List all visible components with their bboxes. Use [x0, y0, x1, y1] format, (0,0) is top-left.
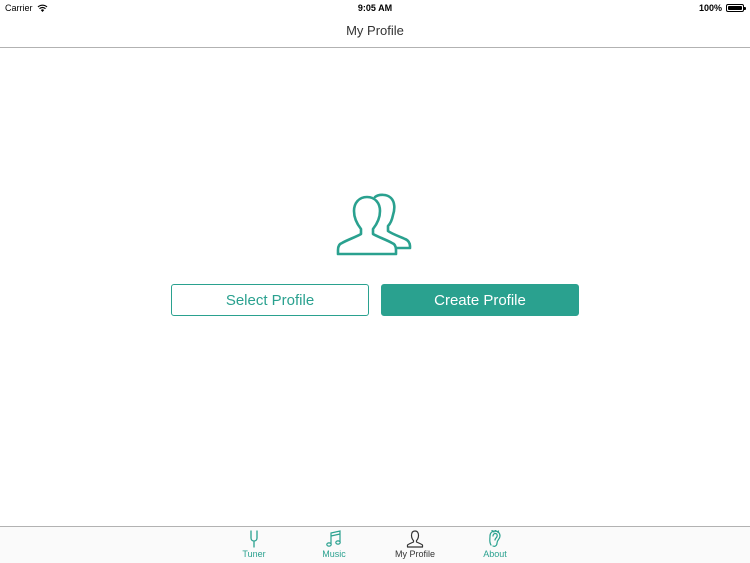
screen: Carrier 9:05 AM 100% My Profile Select P… — [0, 0, 750, 563]
tab-music[interactable]: Music — [304, 530, 364, 559]
tab-about[interactable]: About — [465, 530, 525, 559]
create-profile-label: Create Profile — [434, 291, 526, 309]
person-icon — [406, 530, 424, 548]
tab-label-music: Music — [322, 549, 346, 559]
tab-bar: Tuner Music My Profile About — [0, 526, 750, 563]
select-profile-label: Select Profile — [225, 291, 315, 309]
status-right: 100% — [698, 3, 746, 13]
main-content: Select Profile Create Profile — [0, 48, 750, 526]
select-profile-button[interactable]: Select Profile — [171, 284, 369, 316]
status-bar: Carrier 9:05 AM 100% — [0, 0, 750, 16]
tuning-fork-icon — [250, 530, 258, 548]
status-time: 9:05 AM — [357, 3, 393, 13]
page-title: My Profile — [346, 23, 404, 38]
tab-tuner[interactable]: Tuner — [224, 530, 284, 559]
navigation-bar: My Profile — [0, 16, 750, 48]
battery-icon — [726, 4, 746, 12]
tab-my-profile[interactable]: My Profile — [385, 530, 445, 559]
ear-icon — [489, 530, 501, 547]
music-note-icon — [326, 530, 341, 547]
create-profile-button[interactable]: Create Profile — [381, 284, 579, 316]
tab-label-about: About — [483, 549, 507, 559]
tab-label-tuner: Tuner — [242, 549, 266, 559]
battery-fill — [728, 6, 742, 10]
users-icon — [336, 193, 412, 256]
tab-label-my-profile: My Profile — [394, 549, 435, 559]
battery-percent: 100% — [698, 3, 722, 13]
